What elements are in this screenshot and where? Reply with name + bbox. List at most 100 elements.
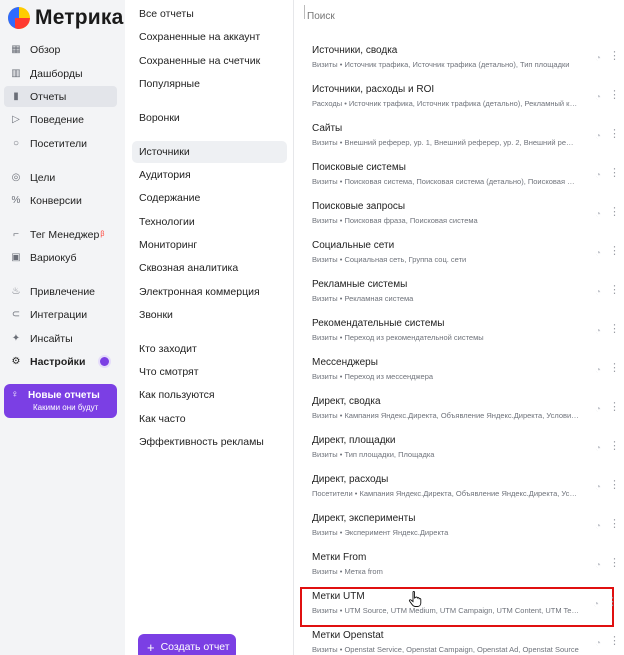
category-saved-counter[interactable]: Сохраненные на счетчик — [132, 50, 287, 72]
category-how-often[interactable]: Как часто — [132, 408, 287, 430]
user-icon: ○ — [12, 138, 20, 149]
sidebar-item-reports[interactable]: ▮ Отчеты — [4, 86, 117, 107]
category-audience[interactable]: Аудитория — [132, 164, 287, 186]
report-item[interactable]: Сайты Визиты • Внешний реферер, ур. 1, Вн… — [306, 121, 620, 157]
report-item[interactable]: Метки Openstat Визиты • Openstat Service,… — [306, 628, 620, 655]
sidebar-item-tag-manager[interactable]: ⌐ Тег Менеджер β — [4, 224, 117, 245]
more-options-icon[interactable]: ⋮ — [609, 363, 620, 374]
sidebar-item-variocube[interactable]: ▣ Вариокуб — [4, 247, 117, 268]
category-all-reports[interactable]: Все отчеты — [132, 3, 287, 25]
create-report-button[interactable]: + Создать отчет — [138, 634, 236, 655]
pie-chart-icon[interactable]: ◔ — [595, 521, 601, 532]
pie-chart-icon[interactable]: ◔ — [595, 326, 601, 337]
category-content[interactable]: Содержание — [132, 187, 287, 209]
category-calls[interactable]: Звонки — [132, 304, 287, 326]
pie-chart-icon[interactable]: ◔ — [595, 53, 601, 64]
link-icon: ⊂ — [11, 309, 21, 320]
category-ecommerce[interactable]: Электронная коммерция — [132, 281, 287, 303]
pie-chart-icon[interactable]: ◔ — [595, 560, 601, 571]
report-list: Источники, сводка Визиты • Источник трафи… — [294, 0, 624, 655]
category-monitoring[interactable]: Мониторинг — [132, 234, 287, 256]
category-saved-account[interactable]: Сохраненные на аккаунт — [132, 26, 287, 48]
pie-chart-icon[interactable]: ◔ — [595, 170, 601, 181]
report-title: Метки Openstat — [312, 630, 384, 641]
sidebar-item-goals[interactable]: ◎ Цели — [4, 167, 117, 188]
more-options-icon[interactable]: ⋮ — [609, 168, 620, 179]
report-item[interactable]: Поисковые запросы Визиты • Поисковая фраз… — [306, 199, 620, 235]
category-technologies[interactable]: Технологии — [132, 211, 287, 233]
sidebar-item-visitors[interactable]: ○ Посетители — [4, 133, 117, 154]
report-title: Рекламные системы — [312, 279, 408, 290]
pie-chart-icon[interactable]: ◔ — [593, 599, 599, 610]
sidebar-item-integrations[interactable]: ⊂ Интеграции — [4, 304, 117, 325]
more-options-icon[interactable]: ⋮ — [609, 246, 620, 257]
report-title: Источники, расходы и ROI — [312, 84, 435, 95]
report-categories: Все отчеты Сохраненные на аккаунт Сохран… — [125, 0, 293, 655]
report-item[interactable]: Рекламные системы Визиты • Рекламная сист… — [306, 277, 620, 313]
sidebar-item-insights[interactable]: ✦ Инсайты — [4, 328, 117, 349]
report-subtitle: Визиты • Рекламная система — [312, 294, 414, 303]
category-end-to-end[interactable]: Сквозная аналитика — [132, 257, 287, 279]
report-item[interactable]: Источники, расходы и ROI Расходы • Источн… — [306, 82, 620, 118]
category-sources[interactable]: Источники — [132, 141, 287, 163]
sidebar-item-dashboards[interactable]: ▥ Дашборды — [4, 63, 117, 84]
category-popular[interactable]: Популярные — [132, 73, 287, 95]
pie-chart-icon[interactable]: ◔ — [595, 248, 601, 259]
target-icon: ◎ — [11, 172, 21, 183]
more-options-icon[interactable]: ⋮ — [609, 324, 620, 335]
fire-icon: ♨ — [11, 286, 21, 297]
report-item[interactable]: Директ, площадки Визиты • Тип площадки, П… — [306, 433, 620, 469]
category-how-they-use[interactable]: Как пользуются — [132, 384, 287, 406]
more-options-icon[interactable]: ⋮ — [609, 558, 620, 569]
sidebar-item-behavior[interactable]: ▷ Поведение — [4, 109, 117, 130]
pie-chart-icon[interactable]: ◔ — [595, 404, 601, 415]
report-item[interactable]: Мессенджеры Визиты • Переход из мессендже… — [306, 355, 620, 391]
more-options-icon[interactable]: ⋮ — [609, 519, 620, 530]
more-options-icon[interactable]: ⋮ — [609, 207, 620, 218]
sidebar-item-acquisition[interactable]: ♨ Привлечение — [4, 281, 117, 302]
report-item[interactable]: Метки From Визиты • Метка from ◔ ⋮ — [306, 550, 620, 586]
report-subtitle: Посетители • Кампания Яндекс.Директа, Об… — [312, 489, 579, 498]
report-item[interactable]: Директ, расходы Посетители • Кампания Янд… — [306, 472, 620, 508]
pie-chart-icon[interactable]: ◔ — [595, 92, 601, 103]
more-options-icon[interactable]: ⋮ — [609, 441, 620, 452]
more-options-icon[interactable]: ⋮ — [609, 480, 620, 491]
logo[interactable]: Метрика — [8, 6, 124, 30]
category-what-they-view[interactable]: Что смотрят — [132, 361, 287, 383]
more-options-icon[interactable]: ⋮ — [607, 597, 618, 608]
more-options-icon[interactable]: ⋮ — [609, 129, 620, 140]
new-reports-promo[interactable]: ♀ Новые отчеты Какими они будут — [4, 384, 117, 418]
pie-chart-icon[interactable]: ◔ — [595, 209, 601, 220]
sidebar-item-conversions[interactable]: % Конверсии — [4, 190, 117, 211]
more-options-icon[interactable]: ⋮ — [609, 402, 620, 413]
dashboard-icon: ▥ — [11, 68, 21, 79]
pie-chart-icon[interactable]: ◔ — [595, 443, 601, 454]
sidebar-item-settings[interactable]: ⚙ Настройки — [4, 351, 117, 372]
sidebar-item-label: Тег Менеджер — [30, 228, 100, 241]
more-options-icon[interactable]: ⋮ — [609, 51, 620, 62]
category-funnels[interactable]: Воронки — [132, 107, 287, 129]
sidebar-item-overview[interactable]: ▦ Обзор — [4, 39, 117, 60]
report-item[interactable]: Источники, сводка Визиты • Источник трафи… — [306, 43, 620, 79]
sidebar: Метрика ▦ Обзор ▥ Дашборды ▮ Отчеты ▷ По… — [0, 0, 125, 655]
search-input[interactable] — [307, 8, 607, 24]
report-item[interactable]: Поисковые системы Визиты • Поисковая сист… — [306, 160, 620, 196]
sidebar-item-label: Дашборды — [30, 67, 83, 80]
report-item[interactable]: Рекомендательные системы Визиты • Переход… — [306, 316, 620, 352]
category-who-visits[interactable]: Кто заходит — [132, 338, 287, 360]
create-report-label: Создать отчет — [160, 641, 230, 653]
more-options-icon[interactable]: ⋮ — [609, 90, 620, 101]
report-item[interactable]: Социальные сети Визиты • Социальная сеть,… — [306, 238, 620, 274]
pie-chart-icon[interactable]: ◔ — [595, 131, 601, 142]
pie-chart-icon[interactable]: ◔ — [595, 638, 601, 649]
report-item[interactable]: Директ, эксперименты Визиты • Эксперимент… — [306, 511, 620, 547]
pie-chart-icon[interactable]: ◔ — [595, 482, 601, 493]
report-item[interactable]: Директ, сводка Визиты • Кампания Яндекс.Д… — [306, 394, 620, 430]
more-options-icon[interactable]: ⋮ — [609, 636, 620, 647]
pie-chart-icon[interactable]: ◔ — [595, 365, 601, 376]
report-item[interactable]: Метки UTM Визиты • UTM Source, UTM Medium… — [300, 587, 618, 627]
report-subtitle: Визиты • Переход из мессенджера — [312, 372, 434, 381]
pie-chart-icon[interactable]: ◔ — [595, 287, 601, 298]
more-options-icon[interactable]: ⋮ — [609, 285, 620, 296]
category-ad-efficiency[interactable]: Эффективность рекламы — [132, 431, 287, 453]
